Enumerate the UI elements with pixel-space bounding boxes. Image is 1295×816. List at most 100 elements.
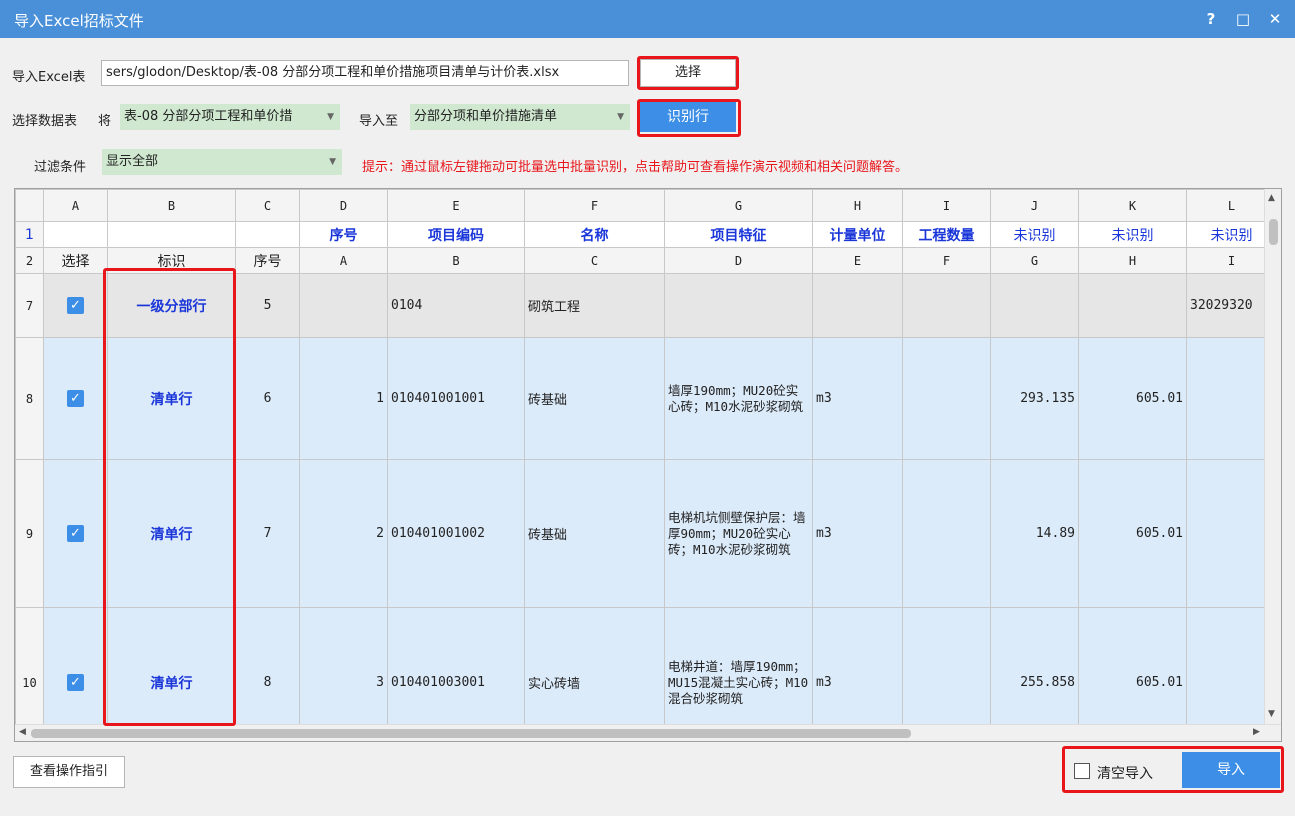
- select-file-button[interactable]: 选择: [640, 59, 736, 87]
- horizontal-scroll-thumb[interactable]: [31, 729, 911, 738]
- row-select-cell[interactable]: ✓: [43, 607, 108, 741]
- maximize-icon[interactable]: □: [1232, 8, 1254, 30]
- header-cell: B: [387, 247, 525, 274]
- row-tag[interactable]: 清单行: [107, 607, 236, 741]
- scroll-right-icon[interactable]: ▶: [1253, 727, 1260, 737]
- cell-k: 605.01: [1078, 459, 1187, 608]
- chevron-down-icon: ▼: [617, 112, 624, 122]
- mapping-cell[interactable]: [43, 221, 108, 248]
- row-number[interactable]: 8: [15, 337, 44, 460]
- cell-l: [1186, 607, 1277, 741]
- vertical-scrollbar[interactable]: ▲ ▼: [1264, 189, 1281, 725]
- mapping-cell[interactable]: 工程数量: [902, 221, 991, 248]
- row-number[interactable]: 9: [15, 459, 44, 608]
- cell-j: 255.858: [990, 607, 1079, 741]
- checkbox-checked-icon[interactable]: ✓: [67, 674, 84, 691]
- identify-row-button[interactable]: 识别行: [640, 102, 736, 132]
- scroll-down-icon[interactable]: ▼: [1268, 709, 1275, 719]
- help-icon[interactable]: ?: [1200, 8, 1222, 30]
- column-header[interactable]: L: [1186, 189, 1277, 222]
- name-cell: 实心砖墙: [524, 607, 665, 741]
- import-to-label: 导入至: [359, 114, 399, 129]
- table-row[interactable]: 7 ✓ 一级分部行 5 0104 砌筑工程 32029320: [15, 273, 1277, 338]
- row-select-cell[interactable]: ✓: [43, 459, 108, 608]
- cell-j: 14.89: [990, 459, 1079, 608]
- excel-path-field[interactable]: sers/glodon/Desktop/表-08 分部分项工程和单价措施项目清单…: [101, 60, 629, 86]
- row-number[interactable]: 2: [15, 247, 44, 274]
- import-excel-label: 导入Excel表: [12, 70, 86, 85]
- row-number[interactable]: 1: [15, 221, 44, 248]
- name-cell: 砌筑工程: [524, 273, 665, 338]
- filter-select-value: 显示全部: [106, 154, 159, 169]
- row-number[interactable]: 7: [15, 273, 44, 338]
- mapping-cell[interactable]: 未识别: [1186, 221, 1277, 248]
- header-cell: H: [1078, 247, 1187, 274]
- mapping-cell[interactable]: 序号: [299, 221, 388, 248]
- column-header[interactable]: E: [387, 189, 525, 222]
- import-button[interactable]: 导入: [1182, 752, 1280, 788]
- column-header[interactable]: D: [299, 189, 388, 222]
- mapping-cell[interactable]: 项目特征: [664, 221, 813, 248]
- title-bar: 导入Excel招标文件 ? □ ✕: [0, 0, 1295, 38]
- unit-cell: [812, 273, 903, 338]
- cell-l: 32029320: [1186, 273, 1277, 338]
- column-header[interactable]: I: [902, 189, 991, 222]
- row-select-cell[interactable]: ✓: [43, 273, 108, 338]
- qty-cell: [902, 273, 991, 338]
- column-header[interactable]: C: [235, 189, 300, 222]
- index-cell: 2: [299, 459, 388, 608]
- mapping-cell[interactable]: [107, 221, 236, 248]
- index-cell: 3: [299, 607, 388, 741]
- checkbox-checked-icon[interactable]: ✓: [67, 297, 84, 314]
- header-cell: F: [902, 247, 991, 274]
- vertical-scroll-thumb[interactable]: [1269, 219, 1278, 245]
- row-tag[interactable]: 一级分部行: [107, 273, 236, 338]
- row-number[interactable]: 10: [15, 607, 44, 741]
- view-guide-button[interactable]: 查看操作指引: [13, 756, 125, 788]
- row-tag[interactable]: 清单行: [107, 459, 236, 608]
- horizontal-scrollbar[interactable]: ◀ ▶: [15, 724, 1281, 741]
- header-cell: A: [299, 247, 388, 274]
- column-header[interactable]: G: [664, 189, 813, 222]
- table-row[interactable]: 9 ✓ 清单行 7 2 010401001002 砖基础 电梯机坑侧壁保护层：墙…: [15, 459, 1277, 608]
- scroll-up-icon[interactable]: ▲: [1268, 193, 1275, 203]
- mapping-cell[interactable]: 计量单位: [812, 221, 903, 248]
- chevron-down-icon: ▼: [329, 157, 336, 167]
- column-header[interactable]: K: [1078, 189, 1187, 222]
- table-row[interactable]: 8 ✓ 清单行 6 1 010401001001 砖基础 墙厚190mm；MU2…: [15, 337, 1277, 460]
- qty-cell: [902, 607, 991, 741]
- filter-select[interactable]: 显示全部 ▼: [102, 149, 342, 175]
- column-header-row: A B C D E F G H I J K L: [15, 189, 1277, 222]
- mapping-cell[interactable]: [235, 221, 300, 248]
- header-cell: E: [812, 247, 903, 274]
- cell-l: [1186, 337, 1277, 460]
- code-cell: 0104: [387, 273, 525, 338]
- clear-import-label: 清空导入: [1097, 766, 1153, 782]
- jiang-label: 将: [98, 114, 112, 129]
- row-select-cell[interactable]: ✓: [43, 337, 108, 460]
- column-header[interactable]: A: [43, 189, 108, 222]
- column-header[interactable]: F: [524, 189, 665, 222]
- header-cell: G: [990, 247, 1079, 274]
- close-icon[interactable]: ✕: [1264, 8, 1286, 30]
- column-header[interactable]: H: [812, 189, 903, 222]
- mapping-cell[interactable]: 名称: [524, 221, 665, 248]
- unit-cell: m3: [812, 459, 903, 608]
- table-row[interactable]: 10 ✓ 清单行 8 3 010401003001 实心砖墙 电梯井道：墙厚19…: [15, 607, 1277, 741]
- column-header[interactable]: B: [107, 189, 236, 222]
- scroll-left-icon[interactable]: ◀: [19, 727, 26, 737]
- import-to-select[interactable]: 分部分项和单价措施清单 ▼: [410, 104, 630, 130]
- sheet-select[interactable]: 表-08 分部分项工程和单价措 ▼: [120, 104, 340, 130]
- checkbox-checked-icon[interactable]: ✓: [67, 390, 84, 407]
- mapping-cell[interactable]: 未识别: [1078, 221, 1187, 248]
- mapping-cell[interactable]: 项目编码: [387, 221, 525, 248]
- row-tag[interactable]: 清单行: [107, 337, 236, 460]
- corner-cell[interactable]: [15, 189, 44, 222]
- clear-import-checkbox[interactable]: [1074, 763, 1090, 779]
- data-grid[interactable]: A B C D E F G H I J K L 1 序号 项目编码 名称 项目特…: [14, 188, 1282, 742]
- checkbox-checked-icon[interactable]: ✓: [67, 525, 84, 542]
- mapping-cell[interactable]: 未识别: [990, 221, 1079, 248]
- seq-cell: 8: [235, 607, 300, 741]
- column-header[interactable]: J: [990, 189, 1079, 222]
- feature-cell: 电梯机坑侧壁保护层：墙厚90mm；MU20砼实心砖；M10水泥砂浆砌筑: [664, 459, 813, 608]
